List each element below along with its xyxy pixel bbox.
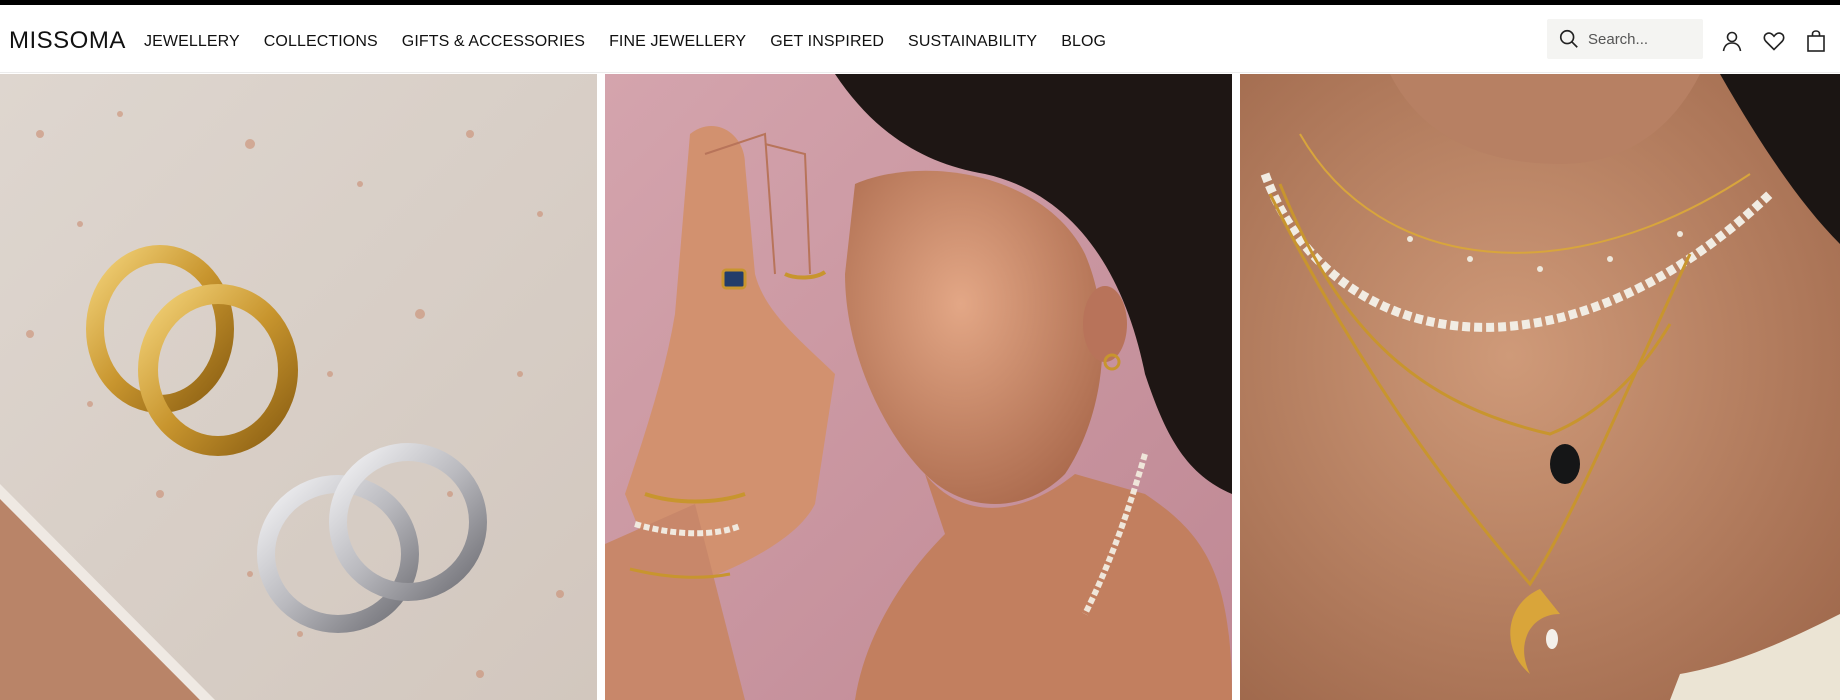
model-portrait-illustration: [605, 74, 1232, 700]
nav-item-collections[interactable]: COLLECTIONS: [264, 29, 378, 55]
account-icon[interactable]: [1720, 29, 1744, 53]
brand-logo[interactable]: MISSOMA: [9, 27, 126, 55]
nav-item-blog[interactable]: BLOG: [1061, 29, 1106, 55]
gold-and-silver-hoop-earrings-image[interactable]: [0, 74, 597, 700]
main-navigation: JEWELLERY COLLECTIONS GIFTS & ACCESSORIE…: [144, 29, 1130, 55]
nav-item-jewellery[interactable]: JEWELLERY: [144, 29, 240, 55]
layered-necklaces-image[interactable]: [1240, 74, 1840, 700]
search-icon: [1559, 29, 1578, 48]
hoop-earrings-illustration: [0, 74, 597, 700]
site-header: MISSOMA JEWELLERY COLLECTIONS GIFTS & AC…: [0, 5, 1840, 73]
layered-necklaces-illustration: [1240, 74, 1840, 700]
shopping-bag-icon[interactable]: [1804, 29, 1828, 53]
header-icons: [1720, 29, 1840, 53]
search-input[interactable]: [1588, 30, 1698, 48]
wishlist-heart-icon[interactable]: [1762, 29, 1786, 53]
model-portrait-rings-bracelets-image[interactable]: [605, 74, 1232, 700]
nav-item-sustainability[interactable]: SUSTAINABILITY: [908, 29, 1037, 55]
nav-item-fine-jewellery[interactable]: FINE JEWELLERY: [609, 29, 746, 55]
nav-item-get-inspired[interactable]: GET INSPIRED: [770, 29, 884, 55]
search-box[interactable]: [1547, 19, 1703, 59]
nav-item-gifts-accessories[interactable]: GIFTS & ACCESSORIES: [402, 29, 585, 55]
hero-image-grid: [0, 74, 1840, 700]
